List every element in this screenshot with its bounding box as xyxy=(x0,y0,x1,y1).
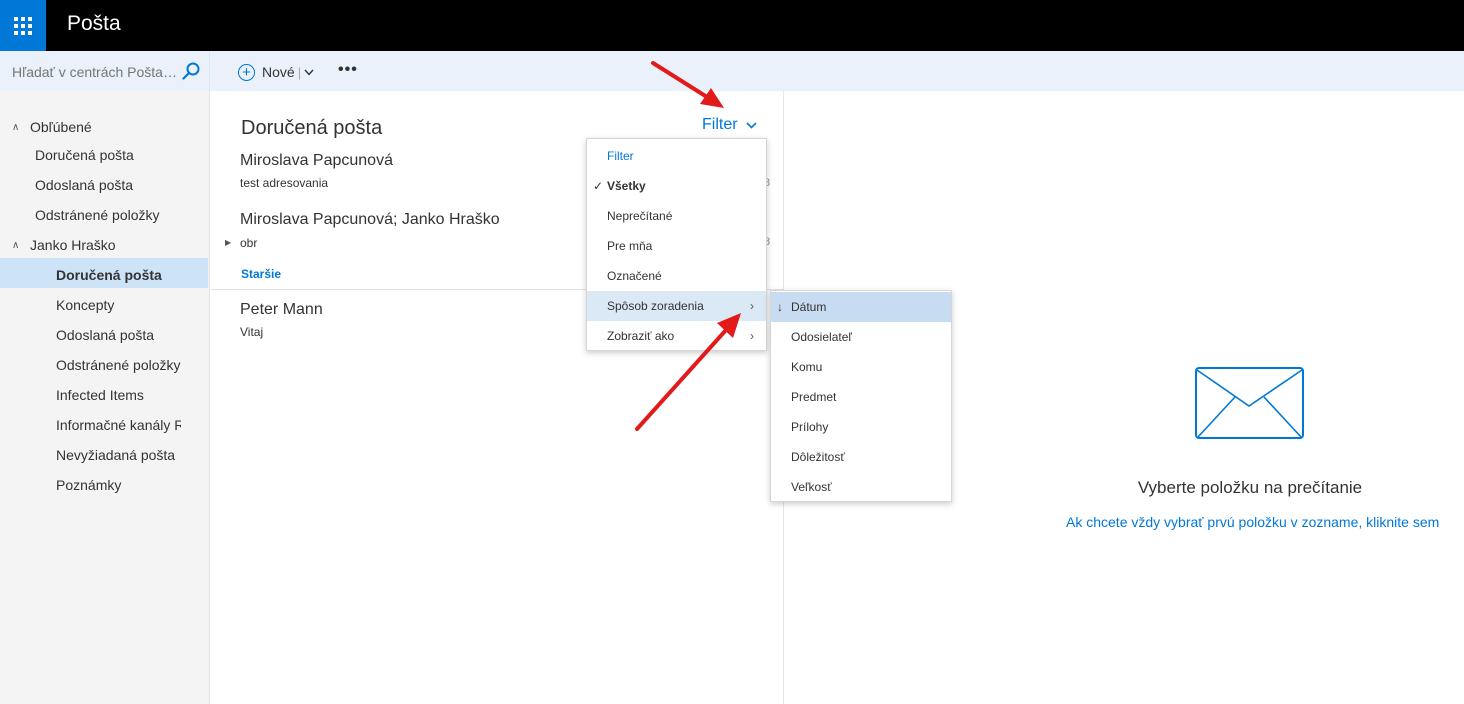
message-sender: Miroslava Papcunová xyxy=(240,152,393,169)
search-box xyxy=(0,51,210,91)
chevron-right-icon: › xyxy=(750,329,754,343)
account-label: Janko Hraško xyxy=(30,237,116,253)
filter-option-to-me[interactable]: Pre mňa xyxy=(587,231,766,261)
app-title: Pošta xyxy=(67,12,121,35)
message-subject: obr xyxy=(240,236,258,250)
divider: | xyxy=(297,64,302,80)
folder-item-inbox[interactable]: Doručená pošta xyxy=(56,267,181,283)
account-header[interactable]: ∧ Janko Hraško xyxy=(12,237,116,253)
filter-option-flagged[interactable]: Označené xyxy=(587,261,766,291)
sort-option-importance[interactable]: Dôležitosť xyxy=(771,442,951,472)
search-icon[interactable] xyxy=(182,62,200,80)
folder-item-notes[interactable]: Poznámky xyxy=(56,477,181,493)
favorite-item-inbox[interactable]: Doručená pošta xyxy=(35,147,185,163)
filter-menu: Filter ✓ Všetky Neprečítané Pre mňa Ozna… xyxy=(586,138,767,351)
favorites-label: Obľúbené xyxy=(30,119,92,135)
message-sender: Peter Mann xyxy=(240,301,323,318)
sort-option-date[interactable]: ↓ Dátum xyxy=(771,292,951,322)
sort-submenu: ↓ Dátum Odosielateľ Komu Predmet Prílohy… xyxy=(770,290,952,502)
new-message-button[interactable]: + Nové | xyxy=(238,61,314,83)
filter-option-label: Spôsob zoradenia xyxy=(607,299,704,313)
folder-pane: ∧ Obľúbené Doručená pošta Odoslaná pošta… xyxy=(0,91,210,704)
app-launcher-button[interactable] xyxy=(0,0,46,51)
sort-option-label: Dátum xyxy=(791,300,827,314)
filter-menu-header: Filter xyxy=(607,149,634,163)
filter-option-label: Všetky xyxy=(607,179,646,193)
filter-option-label: Zobraziť ako xyxy=(607,329,675,343)
sort-option-from[interactable]: Odosielateľ xyxy=(771,322,951,352)
favorites-header[interactable]: ∧ Obľúbené xyxy=(12,119,92,135)
checkmark-icon: ✓ xyxy=(593,179,604,193)
folder-item-sent[interactable]: Odoslaná pošta xyxy=(56,327,181,343)
chevron-up-icon: ∧ xyxy=(12,121,20,133)
envelope-icon xyxy=(1195,367,1304,439)
sort-option-to[interactable]: Komu xyxy=(771,352,951,382)
folder-item-rss[interactable]: Informačné kanály RSS xyxy=(56,417,181,433)
waffle-icon xyxy=(14,16,32,35)
top-bar: Pošta xyxy=(0,0,1464,51)
command-bar: + Nové | ••• xyxy=(0,51,1464,91)
favorite-item-sent[interactable]: Odoslaná pošta xyxy=(35,177,185,193)
folder-item-infected[interactable]: Infected Items xyxy=(56,387,181,403)
new-label: Nové xyxy=(262,64,295,80)
sort-option-subject[interactable]: Predmet xyxy=(771,382,951,412)
favorite-item-deleted[interactable]: Odstránené položky xyxy=(35,207,185,223)
chevron-down-icon[interactable] xyxy=(304,69,314,76)
folder-item-deleted[interactable]: Odstránené položky xyxy=(56,357,181,373)
search-input[interactable] xyxy=(12,63,177,81)
arrow-down-icon: ↓ xyxy=(777,300,783,314)
filter-button[interactable]: Filter xyxy=(702,116,757,134)
chevron-right-icon: › xyxy=(750,299,754,313)
filter-option-unread[interactable]: Neprečítané xyxy=(587,201,766,231)
folder-title: Doručená pošta xyxy=(241,117,383,139)
chevron-up-icon: ∧ xyxy=(12,239,20,251)
auto-select-first-link[interactable]: Ak chcete vždy vybrať prvú položku v zoz… xyxy=(1066,514,1439,530)
filter-option-view-as[interactable]: Zobraziť ako › xyxy=(587,321,766,351)
filter-label: Filter xyxy=(702,116,738,133)
expand-conversation-icon[interactable]: ▶ xyxy=(225,238,231,247)
plus-icon: + xyxy=(238,63,255,81)
message-subject: test adresovania xyxy=(240,176,329,190)
group-header-older: Staršie xyxy=(241,267,282,281)
filter-option-all[interactable]: ✓ Všetky xyxy=(587,171,766,201)
filter-option-sort-by[interactable]: Spôsob zoradenia › xyxy=(587,291,766,321)
sort-option-size[interactable]: Veľkosť xyxy=(771,472,951,502)
message-subject: Vitaj xyxy=(240,325,264,339)
sort-option-attachments[interactable]: Prílohy xyxy=(771,412,951,442)
folder-item-drafts[interactable]: Koncepty xyxy=(56,297,181,313)
message-sender: Miroslava Papcunová; Janko Hraško xyxy=(240,211,500,228)
folder-item-junk[interactable]: Nevyžiadaná pošta xyxy=(56,447,181,463)
chevron-down-icon xyxy=(745,121,757,129)
more-actions-button[interactable]: ••• xyxy=(338,61,358,79)
